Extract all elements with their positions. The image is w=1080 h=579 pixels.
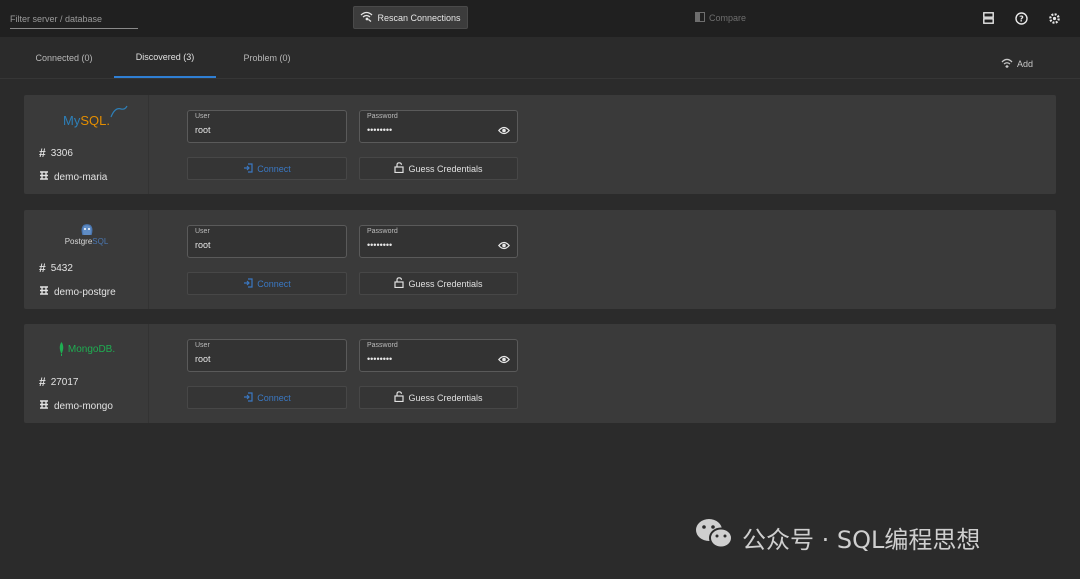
tab-label: Connected (0)	[35, 52, 93, 63]
logo-text: SQL	[92, 237, 109, 246]
rescan-label: Rescan Connections	[377, 12, 461, 23]
mongodb-logo: MongoDB.	[24, 332, 149, 366]
eye-icon[interactable]	[498, 237, 510, 255]
watermark-text: 公众号 · SQL编程思想	[742, 525, 981, 554]
server-icon	[39, 170, 49, 184]
connect-button[interactable]: Connect	[187, 157, 347, 180]
user-label: User	[195, 228, 210, 235]
server-name-row: demo-postgre	[39, 285, 116, 299]
tab-discovered[interactable]: Discovered (3)	[114, 37, 216, 78]
wechat-icon	[694, 517, 734, 557]
user-field[interactable]: User root	[187, 339, 347, 372]
server-card-mongodb: MongoDB. # 27017 demo-mongo User root Pa…	[24, 324, 1056, 423]
eye-icon[interactable]	[498, 122, 510, 140]
logo-text: My	[63, 112, 81, 128]
user-field[interactable]: User root	[187, 110, 347, 143]
user-label: User	[195, 342, 210, 349]
filter-input[interactable]	[10, 9, 138, 29]
server-info: MongoDB. # 27017 demo-mongo	[24, 324, 149, 423]
guess-label: Guess Credentials	[408, 392, 483, 403]
server-name: demo-postgre	[54, 286, 116, 298]
server-icon	[39, 399, 49, 413]
connect-label: Connect	[257, 392, 291, 403]
password-label: Password	[367, 342, 398, 349]
hash-icon: #	[39, 146, 46, 160]
user-label: User	[195, 113, 210, 120]
connect-button[interactable]: Connect	[187, 386, 347, 409]
login-icon	[243, 391, 253, 404]
tab-problem[interactable]: Problem (0)	[216, 37, 318, 78]
tab-label: Problem (0)	[243, 52, 291, 63]
settings-icon[interactable]	[1047, 11, 1061, 25]
server-icon	[39, 285, 49, 299]
mysql-logo: My SQL.	[24, 103, 149, 137]
password-value[interactable]: ••••••••	[367, 125, 392, 135]
rescan-connections-button[interactable]: Rescan Connections	[353, 6, 468, 29]
server-card-postgresql: PostgreSQL # 5432 demo-postgre User root…	[24, 210, 1056, 309]
logo-text: Postgre	[64, 237, 93, 246]
tab-label: Discovered (3)	[135, 51, 195, 62]
unlock-icon	[394, 391, 405, 404]
port-row: # 3306	[39, 146, 73, 160]
login-icon	[243, 277, 253, 290]
server-name: demo-maria	[54, 171, 108, 183]
port-row: # 27017	[39, 375, 79, 389]
logo-text: MongoDB	[67, 343, 113, 355]
rescan-icon	[360, 11, 373, 24]
server-info: My SQL. # 3306 demo-maria	[24, 95, 149, 194]
add-label: Add	[1017, 59, 1034, 69]
top-bar: Rescan Connections Compare ?	[0, 0, 1080, 37]
server-name-row: demo-maria	[39, 170, 107, 184]
server-info: PostgreSQL # 5432 demo-postgre	[24, 210, 149, 309]
port-value: 5432	[50, 262, 73, 274]
compare-label: Compare	[709, 13, 747, 23]
logo-text: SQL	[80, 112, 107, 128]
server-name-row: demo-mongo	[39, 399, 113, 413]
user-value[interactable]: root	[195, 354, 211, 364]
eye-icon[interactable]	[498, 351, 510, 369]
server-name: demo-mongo	[54, 400, 113, 412]
port-value: 27017	[50, 376, 79, 388]
database-icon[interactable]	[981, 11, 995, 25]
postgresql-logo: PostgreSQL	[24, 218, 149, 252]
password-value[interactable]: ••••••••	[367, 354, 392, 364]
tab-bar: Connected (0) Discovered (3) Problem (0)	[0, 37, 1080, 79]
hash-icon: #	[39, 261, 46, 275]
logo-text: .	[112, 343, 116, 355]
login-icon	[243, 162, 253, 175]
help-icon[interactable]: ?	[1014, 11, 1028, 25]
user-value[interactable]: root	[195, 240, 211, 250]
svg-text:?: ?	[1019, 14, 1024, 23]
password-field[interactable]: Password ••••••••	[359, 339, 518, 372]
guess-label: Guess Credentials	[408, 278, 483, 289]
connect-label: Connect	[257, 163, 291, 174]
compare-icon	[695, 12, 705, 24]
connect-label: Connect	[257, 278, 291, 289]
hash-icon: #	[39, 375, 46, 389]
guess-credentials-button[interactable]: Guess Credentials	[359, 157, 518, 180]
user-field[interactable]: User root	[187, 225, 347, 258]
watermark: 公众号 · SQL编程思想	[694, 517, 980, 557]
port-row: # 5432	[39, 261, 73, 275]
connect-button[interactable]: Connect	[187, 272, 347, 295]
guess-credentials-button[interactable]: Guess Credentials	[359, 272, 518, 295]
guess-credentials-button[interactable]: Guess Credentials	[359, 386, 518, 409]
password-field[interactable]: Password ••••••••	[359, 110, 518, 143]
password-value[interactable]: ••••••••	[367, 240, 392, 250]
add-icon	[1001, 58, 1013, 70]
server-card-mysql: My SQL. # 3306 demo-maria User root Passw…	[24, 95, 1056, 194]
compare-button[interactable]: Compare	[695, 10, 746, 26]
unlock-icon	[394, 277, 405, 290]
tab-connected[interactable]: Connected (0)	[14, 37, 114, 78]
port-value: 3306	[50, 147, 73, 159]
unlock-icon	[394, 162, 405, 175]
guess-label: Guess Credentials	[408, 163, 483, 174]
add-button[interactable]: Add	[1001, 58, 1033, 70]
user-value[interactable]: root	[195, 125, 211, 135]
password-label: Password	[367, 113, 398, 120]
password-field[interactable]: Password ••••••••	[359, 225, 518, 258]
password-label: Password	[367, 228, 398, 235]
